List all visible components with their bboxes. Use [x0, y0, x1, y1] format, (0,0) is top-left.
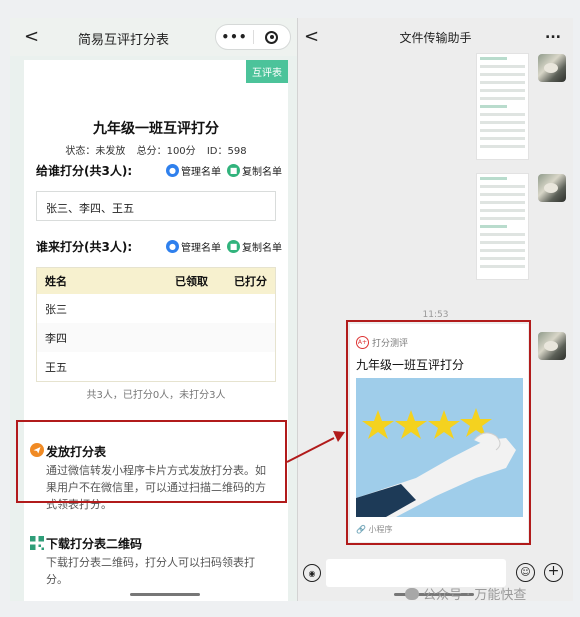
table-row[interactable]: 张三 [37, 294, 275, 323]
highlight-box-distribute [16, 420, 287, 503]
scorer-label: 谁来打分(共3人): [36, 240, 133, 254]
status-text: 状态：未发放 [65, 146, 126, 157]
home-indicator [130, 593, 200, 596]
row-name: 王五 [45, 360, 67, 374]
download-qrcode-button[interactable]: 下载打分表二维码 [46, 535, 142, 552]
target-names-field[interactable]: 张三、李四、王五 [36, 191, 276, 221]
watermark-text: 公众号 · 万能快查 [423, 588, 527, 603]
row-name: 张三 [45, 302, 67, 316]
more-menu-button[interactable]: ••• [216, 30, 253, 44]
copy-list-button[interactable]: ■ 复制名单 [227, 163, 282, 178]
copy-icon: ■ [227, 240, 240, 253]
column-received: 已领取 [175, 275, 208, 288]
watermark: 公众号 · 万能快查 [405, 584, 526, 603]
qrcode-icon [30, 536, 44, 550]
voice-icon[interactable]: ◉ [303, 564, 321, 582]
screenshot-root: < 简易互评打分表 ••• 互评表 九年级一班互评打分 状态：未发放 总分：10… [0, 0, 580, 617]
manage-list-button[interactable]: ● 管理名单 [166, 239, 221, 254]
table-row[interactable]: 王五 [37, 352, 275, 381]
chat-navbar: < 文件传输助手 ... [298, 18, 573, 56]
scorer-section-header: 谁来打分(共3人): ● 管理名单 ■ 复制名单 [36, 238, 282, 255]
copy-list-label: 复制名单 [242, 167, 282, 178]
user-icon: ● [166, 164, 179, 177]
give-score-label: 给谁打分(共3人): [36, 164, 133, 178]
copy-icon: ■ [227, 164, 240, 177]
table-row[interactable]: 李四 [37, 323, 275, 352]
copy-list-button[interactable]: ■ 复制名单 [227, 239, 282, 254]
emoji-icon[interactable]: ☺ [516, 563, 535, 582]
form-id-text: ID：598 [206, 146, 247, 157]
copy-list-label: 复制名单 [242, 243, 282, 254]
manage-list-button[interactable]: ● 管理名单 [166, 163, 221, 178]
column-scored: 已打分 [234, 275, 267, 288]
give-score-section-header: 给谁打分(共3人): ● 管理名单 ■ 复制名单 [36, 162, 282, 179]
column-name: 姓名 [45, 275, 67, 288]
highlight-box-card [346, 320, 531, 545]
chat-pane: < 文件传输助手 ... 11:53 A+ 打分测评 九年级一班互评打分 🔗 小… [297, 18, 573, 601]
image-message[interactable] [476, 53, 529, 160]
form-meta: 状态：未发放 总分：100分 ID：598 [24, 142, 288, 157]
manage-list-label: 管理名单 [181, 243, 221, 254]
download-qrcode-description: 下载打分表二维码，打分人可以扫码领表打分。 [46, 556, 255, 586]
scorer-table: 姓名 已领取 已打分 张三 李四 王五 [36, 267, 276, 382]
scoring-form-card: 互评表 九年级一班互评打分 状态：未发放 总分：100分 ID：598 给谁打分… [24, 60, 288, 417]
message-input[interactable] [326, 559, 506, 587]
avatar[interactable] [538, 332, 566, 360]
message-timestamp: 11:53 [422, 310, 449, 320]
wechat-icon [405, 587, 419, 600]
more-button[interactable]: ... [545, 26, 561, 42]
user-icon: ● [166, 240, 179, 253]
form-title: 九年级一班互评打分 [93, 121, 219, 137]
avatar[interactable] [538, 174, 566, 202]
score-summary: 共3人，已打分0人，未打分3人 [86, 390, 226, 401]
form-type-tag: 互评表 [246, 60, 288, 83]
manage-list-label: 管理名单 [181, 167, 221, 178]
table-header: 姓名 已领取 已打分 [37, 268, 275, 294]
row-name: 李四 [45, 331, 67, 345]
plus-icon[interactable]: + [544, 563, 563, 582]
target-icon [265, 30, 279, 44]
chat-title: 文件传输助手 [399, 31, 472, 45]
mini-program-pane: < 简易互评打分表 ••• 互评表 九年级一班互评打分 状态：未发放 总分：10… [10, 18, 297, 601]
mini-program-navbar: < 简易互评打分表 ••• [10, 18, 297, 56]
total-score-text: 总分：100分 [136, 146, 196, 157]
image-message[interactable] [476, 173, 529, 280]
avatar[interactable] [538, 54, 566, 82]
capsule-menu: ••• [215, 24, 291, 50]
close-mini-program-button[interactable] [254, 30, 290, 44]
